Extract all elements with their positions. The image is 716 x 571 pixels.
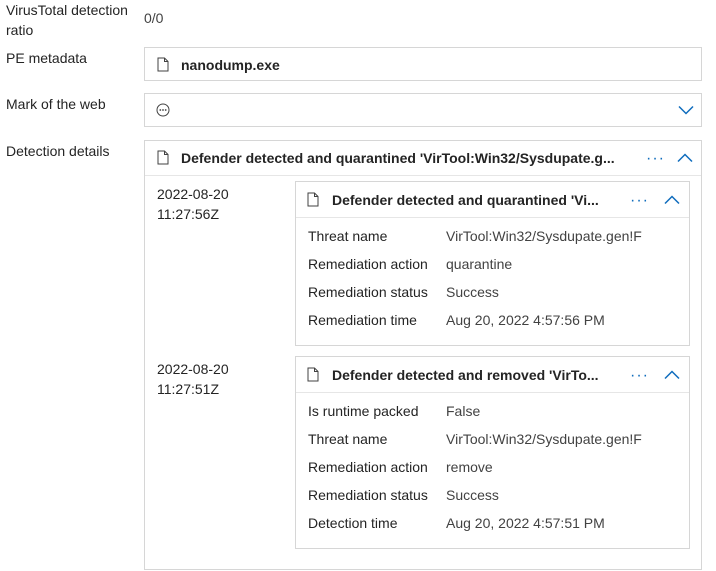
card-divider <box>296 217 689 218</box>
virustotal-label: VirusTotal detection ratio <box>6 2 128 38</box>
ellipsis-circle-icon <box>156 103 170 117</box>
remediation-action-label: Remediation action <box>308 459 428 475</box>
event-time: 11:27:51Z <box>157 381 220 397</box>
chevron-up-icon[interactable] <box>677 153 693 163</box>
event-date: 2022-08-20 <box>157 361 229 377</box>
chevron-up-icon[interactable] <box>664 195 680 205</box>
detection-details-label: Detection details <box>6 143 110 159</box>
virustotal-value: 0/0 <box>144 10 164 26</box>
runtime-packed-value: False <box>446 403 481 419</box>
remediation-action-label: Remediation action <box>308 256 428 272</box>
pe-metadata-field[interactable]: nanodump.exe <box>144 47 702 81</box>
detection-panel-title: Defender detected and quarantined 'VirTo… <box>181 150 615 166</box>
mark-of-web-label: Mark of the web <box>6 96 106 112</box>
mark-of-web-field[interactable] <box>144 93 702 127</box>
file-icon <box>307 367 319 382</box>
event-date: 2022-08-20 <box>157 186 229 202</box>
threat-name-value: VirTool:Win32/Sysdupate.gen!F <box>446 228 642 244</box>
event-timestamp: 2022-08-20 11:27:56Z <box>157 184 229 224</box>
threat-name-label: Threat name <box>308 228 388 244</box>
remediation-status-label: Remediation status <box>308 284 428 300</box>
event-card-title: Defender detected and quarantined 'Vi... <box>332 192 599 208</box>
panel-divider <box>145 175 701 176</box>
chevron-up-icon[interactable] <box>664 370 680 380</box>
remediation-status-label: Remediation status <box>308 487 428 503</box>
threat-name-value: VirTool:Win32/Sysdupate.gen!F <box>446 431 642 447</box>
detection-time-label: Detection time <box>308 515 398 531</box>
event-card: Defender detected and removed 'VirTo... … <box>295 356 690 549</box>
remediation-time-label: Remediation time <box>308 312 417 328</box>
detection-details-panel: Defender detected and quarantined 'VirTo… <box>144 140 702 570</box>
event-card: Defender detected and quarantined 'Vi...… <box>295 181 690 346</box>
pe-metadata-label: PE metadata <box>6 50 87 66</box>
runtime-packed-label: Is runtime packed <box>308 403 419 419</box>
chevron-down-icon[interactable] <box>678 105 694 115</box>
event-timestamp: 2022-08-20 11:27:51Z <box>157 359 229 399</box>
remediation-action-value: remove <box>446 459 493 475</box>
remediation-status-value: Success <box>446 284 499 300</box>
more-options-icon[interactable]: ··· <box>630 368 649 384</box>
more-options-icon[interactable]: ··· <box>646 151 665 167</box>
threat-name-label: Threat name <box>308 431 388 447</box>
remediation-status-value: Success <box>446 487 499 503</box>
event-card-title: Defender detected and removed 'VirTo... <box>332 367 599 383</box>
card-divider <box>296 392 689 393</box>
file-icon <box>157 57 169 72</box>
detection-time-value: Aug 20, 2022 4:57:51 PM <box>446 515 605 531</box>
more-options-icon[interactable]: ··· <box>630 193 649 209</box>
file-icon <box>307 192 319 207</box>
pe-metadata-value: nanodump.exe <box>181 57 280 73</box>
remediation-time-value: Aug 20, 2022 4:57:56 PM <box>446 312 605 328</box>
file-icon <box>157 150 169 165</box>
remediation-action-value: quarantine <box>446 256 513 272</box>
event-time: 11:27:56Z <box>157 206 220 222</box>
